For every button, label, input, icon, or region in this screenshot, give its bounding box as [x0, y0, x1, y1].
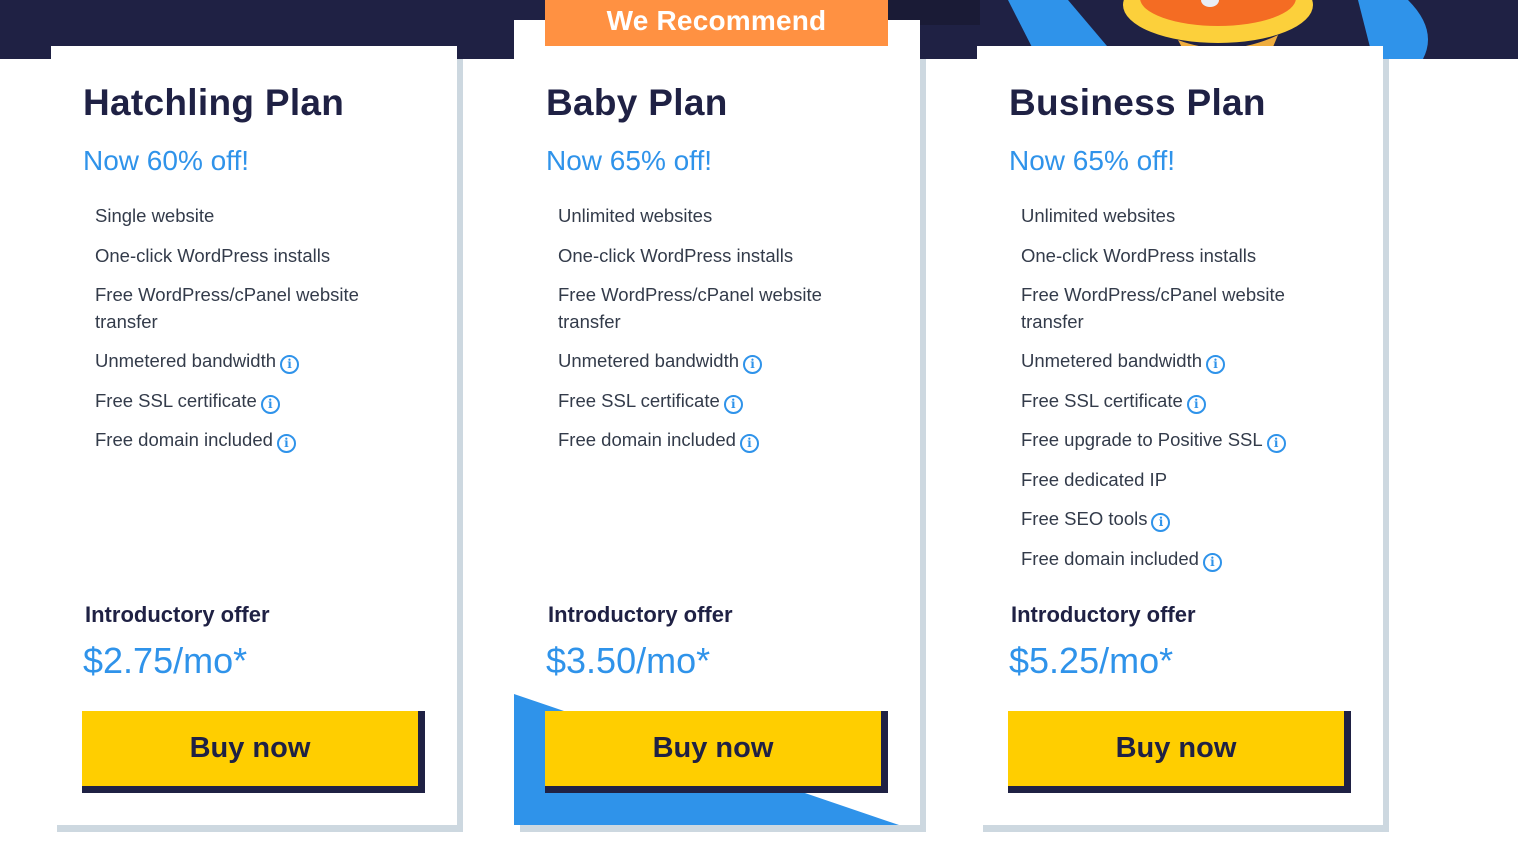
feature-list: Single website One-click WordPress instal… [95, 203, 405, 467]
info-icon[interactable]: i [743, 355, 762, 374]
buy-now-button-business[interactable]: Buy now [1008, 711, 1344, 786]
feature-text: Unlimited websites [558, 205, 713, 226]
feature-text: Free dedicated IP [1021, 468, 1168, 490]
feature-item: Unmetered bandwidth i [1021, 348, 1331, 375]
info-icon[interactable]: i [1202, 552, 1222, 572]
plan-price: $3.50/mo* [546, 640, 711, 681]
feature-text: Free domain included [95, 429, 273, 450]
feature-text: Free WordPress/cPanel website transfer [95, 284, 359, 332]
feature-text: Free SSL certificate [95, 389, 257, 411]
feature-item: Single website [95, 203, 405, 230]
info-icon[interactable]: i [1151, 513, 1171, 532]
feature-text: Unmetered bandwidth [95, 350, 276, 371]
info-icon[interactable]: i [739, 434, 759, 453]
feature-item: Free WordPress/cPanel website transfer [1021, 282, 1331, 335]
info-icon[interactable]: i [260, 394, 280, 414]
plan-discount: Now 65% off! [546, 145, 713, 176]
feature-text: Free WordPress/cPanel website transfer [1021, 284, 1285, 332]
feature-item: One-click WordPress installs [95, 243, 405, 270]
plan-title: Hatchling Plan [83, 82, 345, 123]
feature-item: Free domain included i [95, 427, 405, 454]
feature-item: Unmetered bandwidth i [558, 348, 868, 375]
info-icon[interactable]: i [276, 434, 296, 453]
feature-list: Unlimited websites One-click WordPress in… [1021, 203, 1331, 585]
feature-text: One-click WordPress installs [95, 244, 331, 266]
feature-item: One-click WordPress installs [558, 243, 868, 270]
buy-now-button-hatchling[interactable]: Buy now [82, 711, 418, 786]
plan-discount: Now 60% off! [83, 145, 250, 176]
feature-item: Free SSL certificate i [1021, 388, 1331, 415]
feature-item: One-click WordPress installs [1021, 243, 1331, 270]
feature-text: Unlimited websites [1021, 205, 1176, 226]
feature-item: Free domain included i [1021, 546, 1331, 573]
feature-text: Free SEO tools [1021, 508, 1148, 529]
feature-item: Unlimited websites [1021, 203, 1331, 230]
feature-item: Free domain included i [558, 427, 868, 454]
intro-offer-label: Introductory offer [85, 602, 270, 627]
feature-text: Unmetered bandwidth [558, 350, 739, 371]
feature-list: Unlimited websites One-click WordPress in… [558, 203, 868, 467]
feature-item: Free SEO tools i [1021, 506, 1331, 533]
feature-text: Free SSL certificate [1021, 389, 1183, 411]
feature-text: Unmetered bandwidth [1021, 350, 1202, 371]
feature-text: Single website [95, 205, 215, 226]
recommend-badge: We Recommend [545, 0, 888, 46]
plan-title: Baby Plan [546, 82, 728, 123]
intro-offer-label: Introductory offer [1011, 602, 1196, 627]
plan-title: Business Plan [1009, 82, 1266, 123]
buy-button-wrap: Buy now [1008, 711, 1351, 793]
plan-price: $2.75/mo* [83, 640, 248, 681]
feature-text: One-click WordPress installs [558, 244, 794, 266]
feature-item: Unlimited websites [558, 203, 868, 230]
feature-text: Free domain included [558, 429, 736, 450]
feature-item: Free SSL certificate i [558, 388, 868, 415]
buy-button-wrap: Buy now [82, 711, 425, 793]
feature-item: Free WordPress/cPanel website transfer [95, 282, 405, 335]
intro-offer-label: Introductory offer [548, 602, 733, 627]
feature-text: Free upgrade to Positive SSL [1021, 429, 1263, 450]
plan-price: $5.25/mo* [1009, 640, 1174, 681]
info-icon[interactable]: i [1206, 355, 1225, 374]
feature-item: Free WordPress/cPanel website transfer [558, 282, 868, 335]
buy-now-button-baby[interactable]: Buy now [545, 711, 881, 786]
feature-item: Free dedicated IP [1021, 467, 1331, 494]
plan-discount: Now 65% off! [1009, 145, 1176, 176]
info-icon[interactable]: i [1266, 434, 1286, 453]
feature-text: One-click WordPress installs [1021, 244, 1257, 266]
feature-text: Free SSL certificate [558, 389, 720, 411]
feature-item: Unmetered bandwidth i [95, 348, 405, 375]
buy-button-wrap: Buy now [545, 711, 888, 793]
feature-item: Free upgrade to Positive SSL i [1021, 427, 1331, 454]
feature-item: Free SSL certificate i [95, 388, 405, 415]
info-icon[interactable]: i [1186, 394, 1206, 414]
info-icon[interactable]: i [280, 355, 299, 374]
feature-text: Free WordPress/cPanel website transfer [558, 284, 822, 332]
info-icon[interactable]: i [723, 394, 743, 414]
feature-text: Free domain included [1021, 547, 1199, 569]
